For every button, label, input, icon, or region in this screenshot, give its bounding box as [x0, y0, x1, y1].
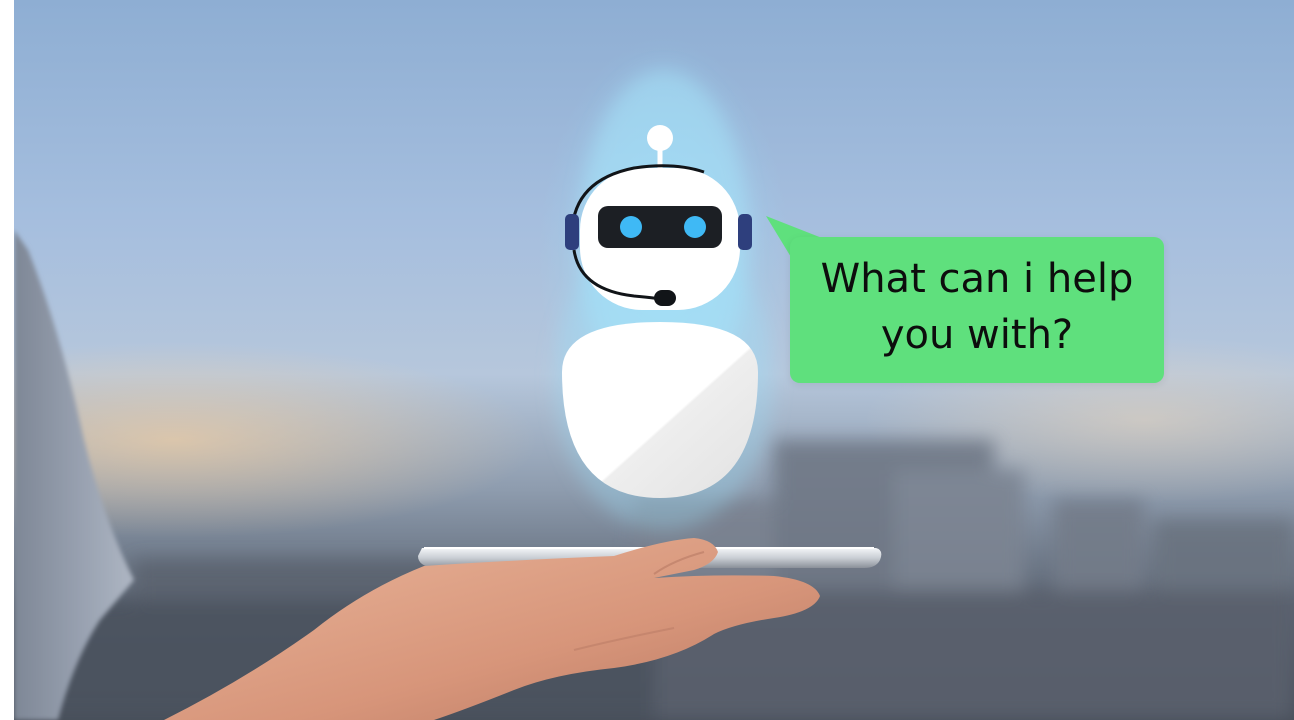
speech-bubble-text: What can i help you with? — [790, 251, 1164, 363]
photo-background: What can i help you with? — [14, 0, 1294, 720]
speech-line-2: you with? — [880, 312, 1074, 358]
speech-line-1: What can i help — [820, 256, 1134, 302]
